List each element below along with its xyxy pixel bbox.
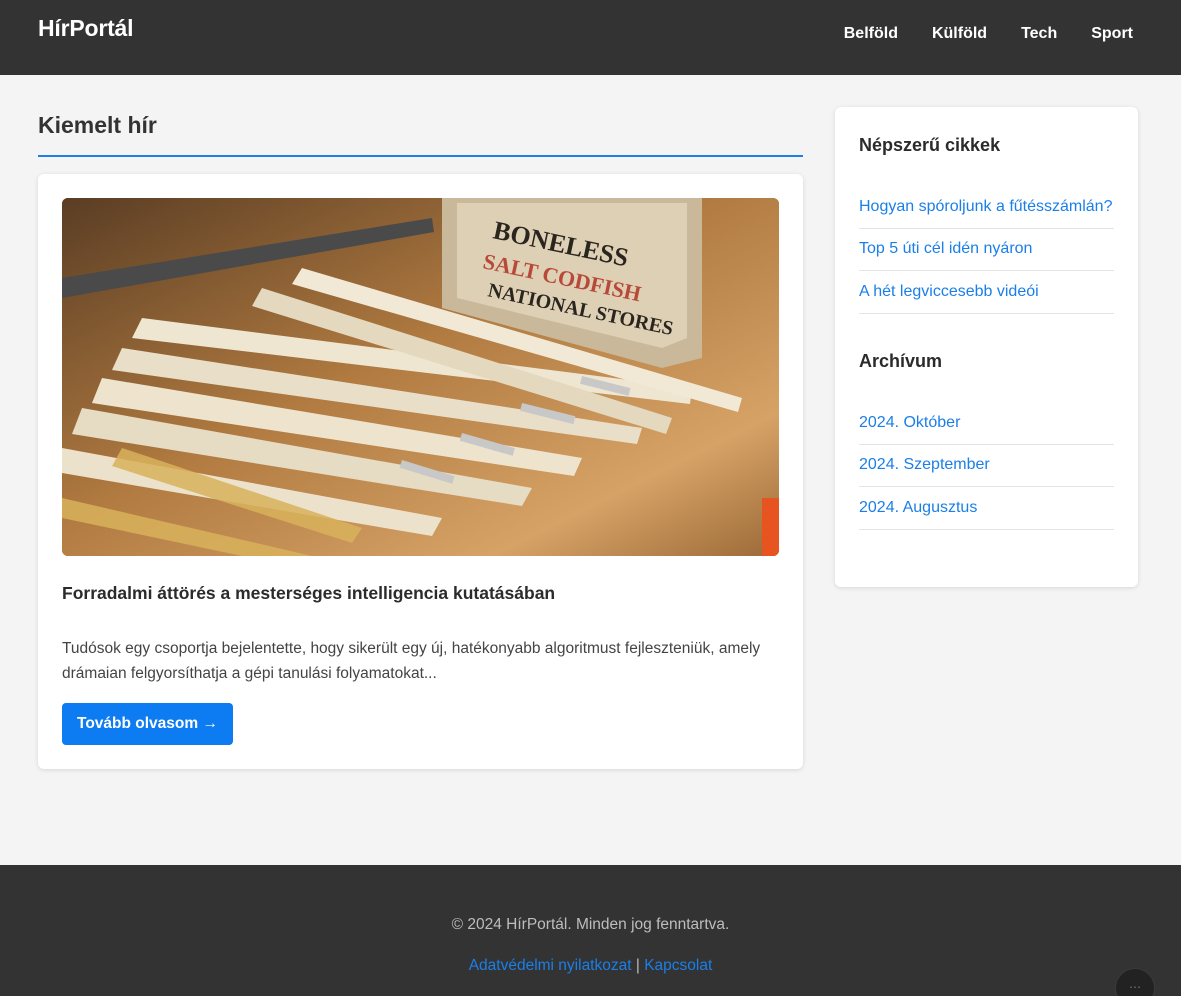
archive-link[interactable]: 2024. Augusztus — [859, 499, 977, 517]
read-more-button[interactable]: Tovább olvasom → — [62, 703, 233, 745]
nav-item-kulfold[interactable]: Külföld — [932, 24, 987, 44]
archive-list: 2024. Október 2024. Szeptember 2024. Aug… — [859, 402, 1114, 530]
site-footer: © 2024 HírPortál. Minden jog fenntartva.… — [0, 865, 1181, 996]
featured-article-image[interactable]: BONELESS SALT CODFISH NATIONAL STORES — [62, 198, 779, 556]
sidebar: Népszerű cikkek Hogyan spóroljunk a fűté… — [835, 107, 1138, 587]
copyright-text: © 2024 HírPortál. Minden jog fenntartva. — [451, 916, 730, 933]
nav-item-tech[interactable]: Tech — [1021, 24, 1057, 44]
list-item: 2024. Szeptember — [859, 445, 1114, 487]
main-nav: Belföld Külföld Tech Sport — [844, 24, 1133, 44]
popular-article-link[interactable]: Top 5 úti cél idén nyáron — [859, 240, 1032, 258]
archive-heading: Archívum — [859, 351, 943, 371]
privacy-link[interactable]: Adatvédelmi nyilatkozat — [469, 957, 632, 974]
list-item: 2024. Augusztus — [859, 487, 1114, 530]
site-logo[interactable]: HírPortál — [38, 15, 134, 42]
popular-article-link[interactable]: Hogyan spóroljunk a fűtésszámlán? — [859, 198, 1112, 216]
nav-item-belfold[interactable]: Belföld — [844, 24, 898, 44]
rulers-illustration: BONELESS SALT CODFISH NATIONAL STORES — [62, 198, 779, 556]
list-item: Hogyan spóroljunk a fűtésszámlán? — [859, 186, 1114, 229]
archive-link[interactable]: 2024. Szeptember — [859, 456, 990, 474]
site-header: HírPortál Belföld Külföld Tech Sport — [0, 0, 1181, 75]
archive-link[interactable]: 2024. Október — [859, 414, 960, 432]
featured-article-card: BONELESS SALT CODFISH NATIONAL STORES Fo… — [38, 174, 803, 769]
article-title[interactable]: Forradalmi áttörés a mesterséges intelli… — [62, 583, 779, 604]
nav-item-sport[interactable]: Sport — [1091, 24, 1133, 44]
section-divider — [38, 155, 803, 157]
footer-links: Adatvédelmi nyilatkozat | Kapcsolat — [0, 957, 1181, 975]
footer-separator: | — [635, 957, 640, 974]
section-title: Kiemelt hír — [38, 112, 157, 138]
popular-articles-heading: Népszerű cikkek — [859, 135, 1001, 155]
popular-articles-list: Hogyan spóroljunk a fűtésszámlán? Top 5 … — [859, 186, 1114, 314]
contact-link[interactable]: Kapcsolat — [644, 957, 712, 974]
list-item: Top 5 úti cél idén nyáron — [859, 229, 1114, 271]
popular-article-link[interactable]: A hét legviccesebb videói — [859, 283, 1039, 301]
article-excerpt: Tudósok egy csoportja bejelentette, hogy… — [62, 640, 761, 682]
list-item: A hét legviccesebb videói — [859, 271, 1114, 314]
list-item: 2024. Október — [859, 402, 1114, 445]
